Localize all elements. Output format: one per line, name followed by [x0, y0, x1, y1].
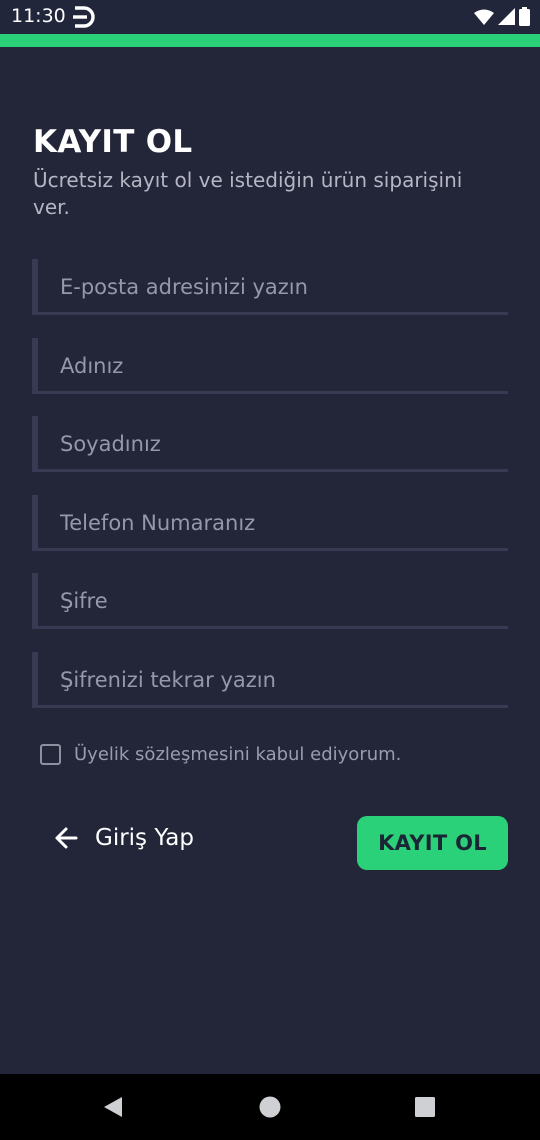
field-left-bar [32, 573, 38, 629]
system-nav-bar [0, 1074, 540, 1140]
field-underline [38, 705, 508, 708]
login-link-label: Giriş Yap [95, 825, 194, 851]
field-left-bar [32, 652, 38, 708]
arrow-left-icon [55, 827, 78, 849]
login-link[interactable]: Giriş Yap [52, 824, 194, 852]
agreement-checkbox[interactable] [40, 744, 61, 765]
field-underline [38, 391, 508, 394]
first-name-field[interactable] [32, 338, 508, 394]
phone-field[interactable] [32, 495, 508, 551]
password-repeat-input[interactable] [60, 660, 500, 700]
field-underline [38, 469, 508, 472]
agreement-label: Üyelik sözleşmesini kabul ediyorum. [74, 744, 402, 765]
register-button[interactable]: KAYIT OL [357, 816, 508, 870]
battery-icon [519, 7, 530, 26]
first-name-input[interactable] [60, 346, 500, 386]
password-repeat-field[interactable] [32, 652, 508, 708]
nav-home-icon[interactable] [257, 1094, 283, 1120]
app-logo-icon [73, 6, 95, 28]
field-left-bar [32, 259, 38, 315]
nav-back-icon[interactable] [100, 1094, 126, 1120]
field-underline [38, 548, 508, 551]
field-left-bar [32, 416, 38, 472]
field-left-bar [32, 495, 38, 551]
nav-recents-icon[interactable] [412, 1094, 438, 1120]
signal-icon [498, 8, 515, 25]
field-underline [38, 626, 508, 629]
email-input[interactable] [60, 267, 500, 307]
page-title: KAYIT OL [33, 124, 193, 160]
last-name-input[interactable] [60, 424, 500, 464]
agreement-row[interactable]: Üyelik sözleşmesini kabul ediyorum. [40, 744, 401, 765]
page-subtitle: Ücretsiz kayıt ol ve istediğin ürün sipa… [33, 168, 463, 219]
accent-bar [0, 34, 540, 47]
last-name-field[interactable] [32, 416, 508, 472]
wifi-icon [474, 9, 494, 25]
status-icons [474, 7, 530, 26]
password-input[interactable] [60, 581, 500, 621]
field-left-bar [32, 338, 38, 394]
phone-input[interactable] [60, 503, 500, 543]
status-time: 11:30 [11, 5, 66, 27]
password-field[interactable] [32, 573, 508, 629]
email-field[interactable] [32, 259, 508, 315]
status-bar: 11:30 [0, 0, 540, 34]
field-underline [38, 312, 508, 315]
